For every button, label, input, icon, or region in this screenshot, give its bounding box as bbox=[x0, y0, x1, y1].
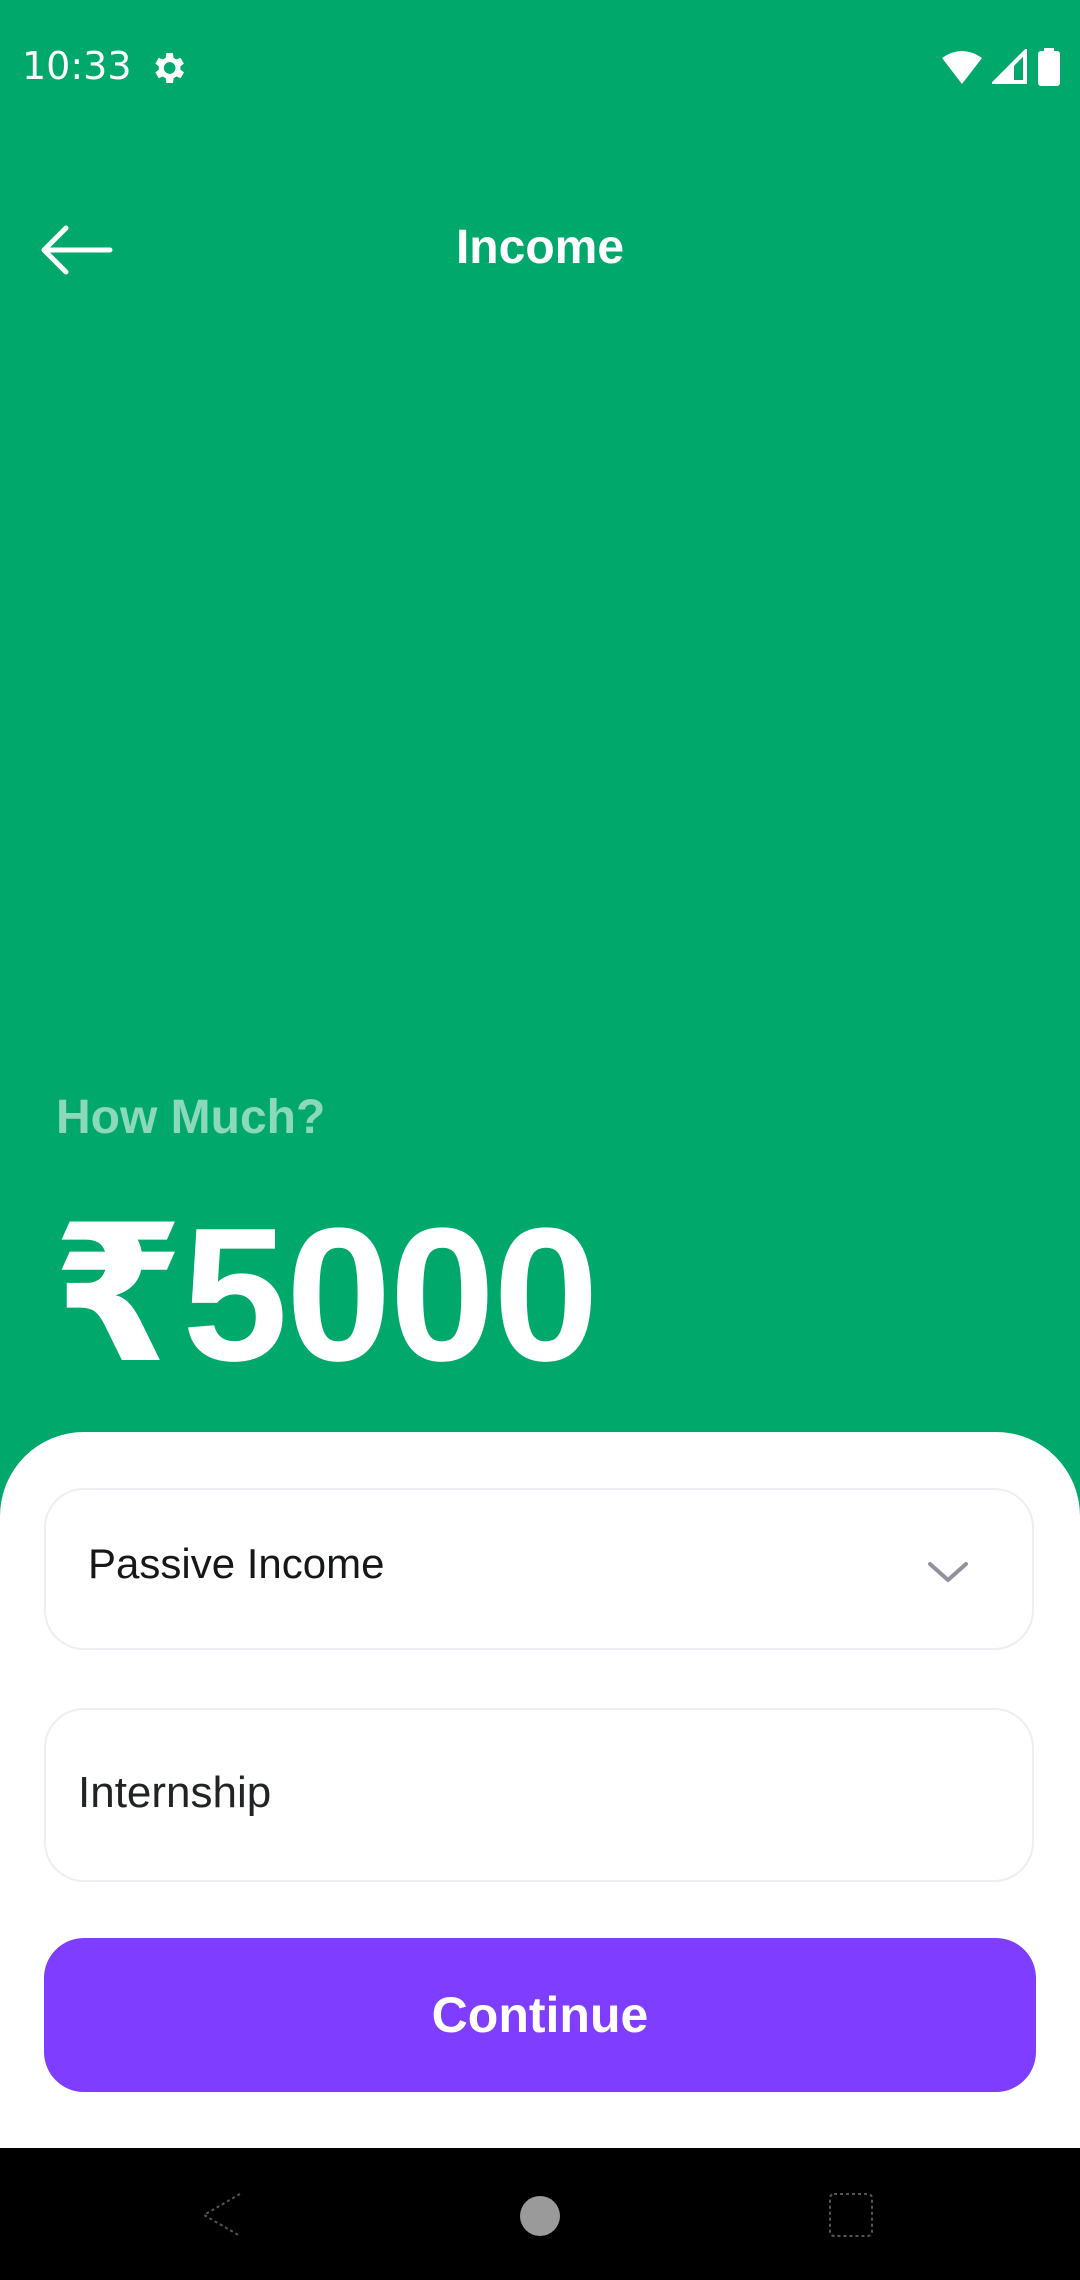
continue-button[interactable]: Continue bbox=[44, 1938, 1036, 2092]
category-dropdown[interactable]: Passive Income bbox=[44, 1488, 1034, 1650]
nav-back-icon[interactable] bbox=[200, 2190, 244, 2240]
chevron-down-icon bbox=[928, 1562, 968, 1582]
system-nav-bar bbox=[0, 2148, 1080, 2280]
signal-icon bbox=[992, 49, 1027, 84]
form-sheet: Passive Income Internship Continue bbox=[0, 1432, 1080, 2148]
status-icons bbox=[942, 46, 1060, 88]
amount-value[interactable]: ₹5000 bbox=[52, 1200, 599, 1390]
page-title: Income bbox=[455, 221, 625, 274]
status-time: 10:33 bbox=[22, 44, 132, 88]
battery-icon bbox=[1038, 48, 1060, 86]
income-screen: 10:33 Income How Much? ₹5000 Passive Inc… bbox=[0, 0, 1080, 2280]
description-field[interactable]: Internship bbox=[44, 1708, 1034, 1882]
description-value: Internship bbox=[78, 1768, 272, 1817]
gear-icon bbox=[155, 53, 184, 83]
how-much-label: How Much? bbox=[56, 1091, 326, 1144]
status-bar: 10:33 bbox=[0, 0, 1080, 136]
wifi-icon bbox=[942, 51, 982, 84]
category-selected: Passive Income bbox=[88, 1540, 385, 1587]
nav-home-icon[interactable] bbox=[520, 2196, 560, 2236]
nav-recents-icon[interactable] bbox=[826, 2190, 876, 2240]
app-bar: Income bbox=[0, 190, 1080, 310]
